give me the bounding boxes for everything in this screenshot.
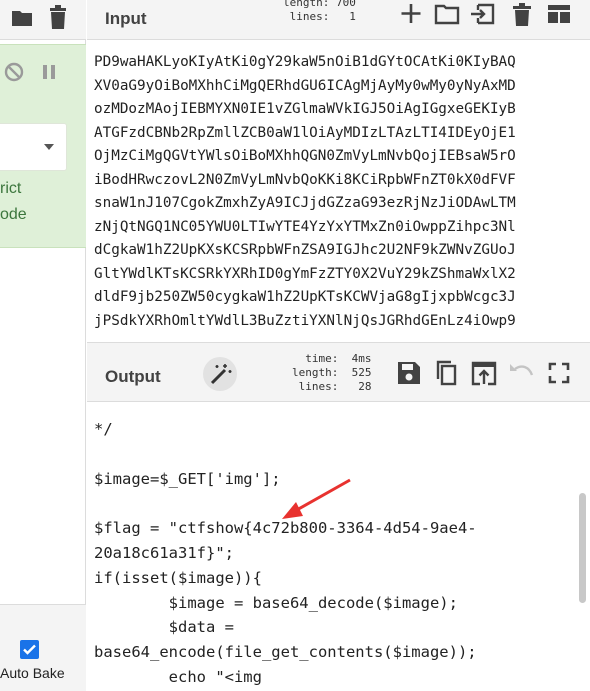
bake-bar: Auto Bake xyxy=(0,604,86,691)
output-title: Output xyxy=(105,367,161,386)
input-header: Input length: 700 lines: 1 xyxy=(87,0,590,40)
disable-icon[interactable] xyxy=(3,61,25,83)
trash-icon[interactable] xyxy=(46,4,70,32)
input-stats: length: 700 lines: 1 xyxy=(283,0,356,23)
operation-card[interactable]: rict ode xyxy=(0,44,86,248)
copy-icon[interactable] xyxy=(432,359,460,387)
recipe-toolbar xyxy=(0,0,86,40)
recipe-column: rict ode Auto Bake xyxy=(0,0,86,691)
input-textarea[interactable]: PD9waHAKLyoKIyAtKi0gY29kaW5nOiB1dGYtOCAt… xyxy=(87,41,590,341)
maximize-icon[interactable] xyxy=(545,359,573,387)
input-text[interactable]: PD9waHAKLyoKIyAtKi0gY29kaW5nOiB1dGYtOCAt… xyxy=(94,51,574,333)
open-file-icon[interactable] xyxy=(469,0,497,28)
output-textarea[interactable]: */ $image=$_GET['img']; $flag = "ctfshow… xyxy=(87,403,590,691)
output-text[interactable]: */ $image=$_GET['img']; $flag = "ctfshow… xyxy=(94,417,574,690)
layout-icon[interactable] xyxy=(545,0,573,28)
pause-icon[interactable] xyxy=(38,61,60,83)
auto-bake-checkbox[interactable] xyxy=(20,640,39,659)
operation-option-text[interactable]: ode xyxy=(0,206,27,224)
operation-select[interactable] xyxy=(0,123,67,171)
output-stats: time: 4ms length: 525 lines: 28 xyxy=(292,352,372,393)
add-tab-icon[interactable] xyxy=(397,0,425,28)
chevron-down-icon xyxy=(44,144,54,150)
save-icon[interactable] xyxy=(395,359,423,387)
folder-icon[interactable] xyxy=(10,6,34,34)
clear-input-trash-icon[interactable] xyxy=(508,0,536,28)
auto-bake-label: Auto Bake xyxy=(0,665,65,681)
input-title: Input xyxy=(105,9,147,28)
output-scrollbar[interactable] xyxy=(579,493,586,603)
magic-wand-icon[interactable] xyxy=(203,357,237,391)
replace-input-icon[interactable] xyxy=(470,359,498,387)
undo-icon[interactable] xyxy=(507,359,535,387)
output-header: Output time: 4ms length: 525 lines: 28 xyxy=(87,342,590,402)
open-folder-icon[interactable] xyxy=(433,0,461,28)
operation-option-text[interactable]: rict xyxy=(0,180,21,198)
